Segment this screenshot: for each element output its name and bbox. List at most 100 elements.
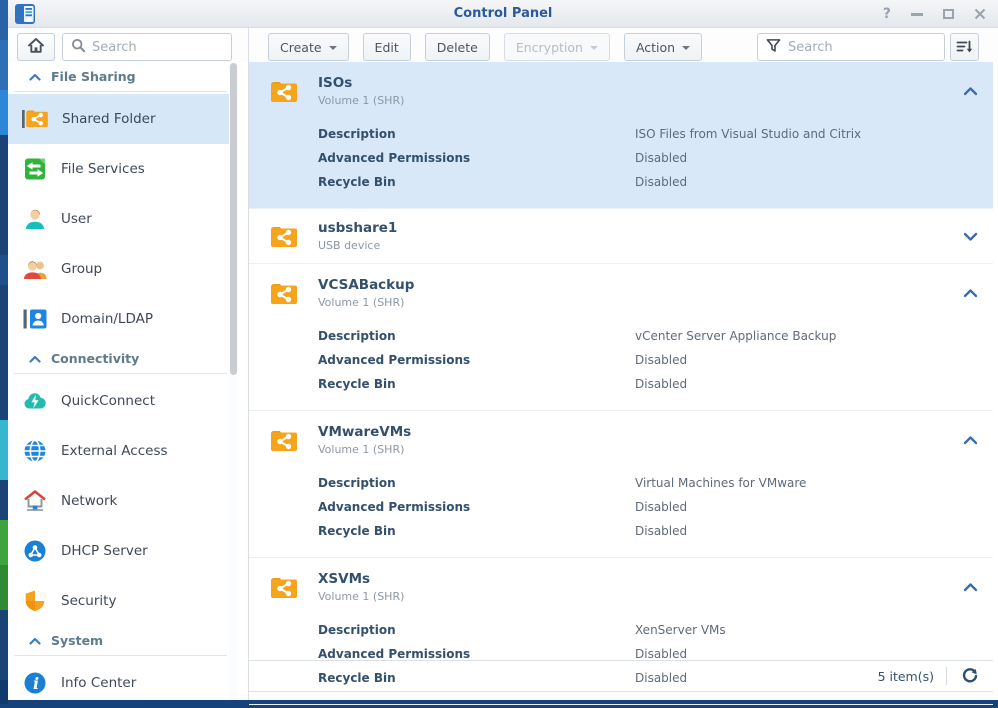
network-icon — [22, 488, 48, 514]
shared-folder-icon — [268, 220, 300, 252]
folder-name: XSVMs — [318, 571, 404, 587]
domain-ldap-icon — [22, 306, 48, 332]
folder-row-usbshare1[interactable]: usbshare1 USB device — [249, 209, 993, 264]
sidebar-search — [62, 33, 232, 61]
shared-folder-icon — [268, 571, 300, 603]
item-count: 5 item(s) — [878, 669, 934, 684]
folder-header[interactable]: usbshare1 USB device — [249, 209, 993, 263]
shared-folder-icon — [268, 277, 300, 309]
folder-subtitle: Volume 1 (SHR) — [318, 94, 404, 107]
shared-folder-icon — [268, 75, 300, 107]
sidebar-section-connectivity[interactable]: Connectivity — [14, 344, 227, 374]
folder-details: Description ISO Files from Visual Studio… — [249, 120, 993, 208]
folder-name: VCSABackup — [318, 277, 414, 293]
security-icon — [22, 588, 48, 614]
sidebar: File Sharing Shared Folder File Services — [8, 62, 229, 708]
sidebar-item-external-access[interactable]: External Access — [8, 426, 229, 476]
chevron-up-icon — [963, 288, 978, 298]
expand-toggle[interactable] — [961, 227, 979, 245]
sort-icon — [956, 39, 973, 55]
home-button[interactable] — [17, 33, 55, 61]
minimize-button[interactable] — [911, 13, 923, 16]
sidebar-scrollbar-track[interactable] — [229, 63, 238, 700]
sidebar-section-file-sharing[interactable]: File Sharing — [14, 62, 227, 92]
folder-subtitle: Volume 1 (SHR) — [318, 590, 404, 603]
folder-subtitle: Volume 1 (SHR) — [318, 443, 411, 456]
detail-row: Description vCenter Server Appliance Bac… — [249, 324, 993, 348]
filter-search — [757, 33, 945, 61]
chevron-down-icon — [963, 231, 978, 241]
dropdown-caret-icon — [329, 46, 337, 50]
sidebar-item-group[interactable]: Group — [8, 244, 229, 294]
footer-divider — [946, 667, 947, 685]
collapse-toggle[interactable] — [961, 82, 979, 100]
delete-button[interactable]: Delete — [425, 33, 490, 61]
shared-folder-icon — [268, 424, 300, 456]
detail-row: Advanced Permissions Disabled — [249, 348, 993, 372]
sidebar-item-domain-ldap[interactable]: Domain/LDAP — [8, 294, 229, 344]
detail-row: Recycle Bin Disabled — [249, 372, 993, 396]
sidebar-scrollbar-thumb[interactable] — [230, 63, 237, 375]
dhcp-server-icon — [22, 538, 48, 564]
title-bar: Control Panel ? — [8, 0, 998, 28]
sidebar-item-info-center[interactable]: i Info Center — [8, 658, 229, 708]
quickconnect-icon — [22, 388, 48, 414]
collapse-chevron-icon — [29, 637, 41, 645]
group-icon — [22, 256, 48, 282]
sidebar-item-user[interactable]: User — [8, 194, 229, 244]
folder-header[interactable]: VCSABackup Volume 1 (SHR) — [249, 264, 993, 322]
sort-button[interactable] — [950, 33, 979, 61]
folder-subtitle: USB device — [318, 239, 397, 252]
sidebar-section-system[interactable]: System — [14, 626, 227, 656]
desktop-edge — [0, 0, 8, 704]
toolbar: Create Edit Delete Encryption Action — [249, 28, 998, 62]
info-center-icon: i — [22, 670, 48, 696]
external-access-icon — [22, 438, 48, 464]
sidebar-item-file-services[interactable]: File Services — [8, 144, 229, 194]
page-title: Control Panel — [8, 0, 998, 27]
user-icon — [22, 206, 48, 232]
svg-text:i: i — [33, 674, 39, 693]
sidebar-item-shared-folder[interactable]: Shared Folder — [8, 94, 229, 144]
collapse-toggle[interactable] — [961, 284, 979, 302]
chevron-up-icon — [963, 582, 978, 592]
help-button[interactable]: ? — [883, 7, 891, 21]
collapse-toggle[interactable] — [961, 431, 979, 449]
sidebar-item-security[interactable]: Security — [8, 576, 229, 626]
encryption-button[interactable]: Encryption — [504, 33, 610, 61]
folder-header[interactable]: ISOs Volume 1 (SHR) — [249, 62, 993, 120]
list-footer: 5 item(s) — [249, 660, 993, 692]
sidebar-search-input[interactable] — [92, 40, 223, 55]
detail-row: Description ISO Files from Visual Studio… — [249, 122, 993, 146]
collapse-toggle[interactable] — [961, 578, 979, 596]
detail-row: Advanced Permissions Disabled — [249, 146, 993, 170]
folder-row-vcsabackup[interactable]: VCSABackup Volume 1 (SHR) Description vC… — [249, 264, 993, 411]
refresh-button[interactable] — [959, 665, 981, 687]
sidebar-item-quickconnect[interactable]: QuickConnect — [8, 376, 229, 426]
collapse-chevron-icon — [29, 73, 41, 81]
close-button[interactable] — [974, 8, 986, 20]
folder-header[interactable]: VMwareVMs Volume 1 (SHR) — [249, 411, 993, 469]
folder-row-isos[interactable]: ISOs Volume 1 (SHR) Description ISO File… — [249, 62, 993, 209]
folder-name: usbshare1 — [318, 220, 397, 236]
create-button[interactable]: Create — [268, 33, 349, 61]
detail-row: Description XenServer VMs — [249, 618, 993, 642]
folder-subtitle: Volume 1 (SHR) — [318, 296, 414, 309]
sidebar-item-network[interactable]: Network — [8, 476, 229, 526]
filter-search-input[interactable] — [788, 40, 936, 55]
folder-row-vmwarevms[interactable]: VMwareVMs Volume 1 (SHR) Description Vir… — [249, 411, 993, 558]
folder-name: ISOs — [318, 75, 404, 91]
search-icon — [71, 38, 86, 57]
maximize-button[interactable] — [943, 9, 954, 19]
chevron-up-icon — [963, 435, 978, 445]
detail-row: Recycle Bin Disabled — [249, 519, 993, 543]
edit-button[interactable]: Edit — [363, 33, 411, 61]
section-label: Connectivity — [51, 351, 139, 366]
folder-header[interactable]: XSVMs Volume 1 (SHR) — [249, 558, 993, 616]
file-services-icon — [22, 156, 48, 182]
action-button[interactable]: Action — [624, 33, 702, 61]
sidebar-item-dhcp-server[interactable]: DHCP Server — [8, 526, 229, 576]
folder-name: VMwareVMs — [318, 424, 411, 440]
detail-row: Advanced Permissions Disabled — [249, 495, 993, 519]
shared-folder-icon — [22, 106, 49, 132]
